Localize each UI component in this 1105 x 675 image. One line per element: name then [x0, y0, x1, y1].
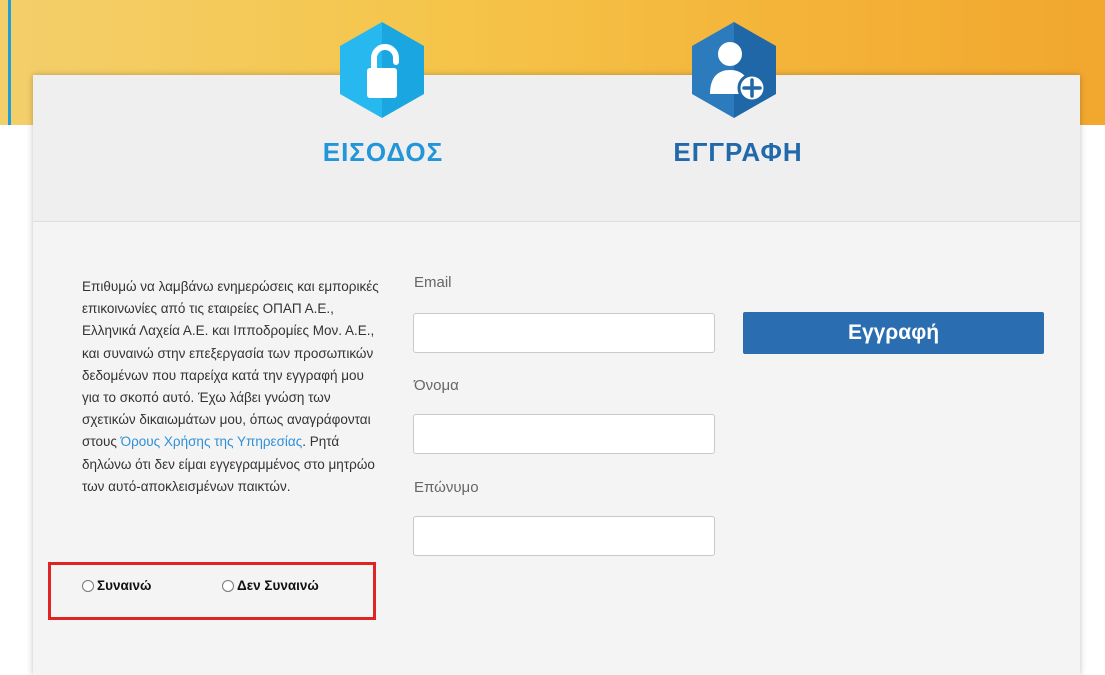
register-button[interactable]: Εγγραφή	[743, 312, 1044, 354]
tab-register-label[interactable]: ΕΓΓΡΑΦΗ	[668, 137, 808, 168]
first-name-field[interactable]	[413, 414, 715, 454]
email-field[interactable]	[413, 313, 715, 353]
last-name-label: Επώνυμο	[414, 479, 479, 496]
consent-text: Επιθυμώ να λαμβάνω ενημερώσεις και εμπορ…	[82, 276, 382, 498]
email-label: Email	[414, 274, 452, 291]
last-name-field[interactable]	[413, 516, 715, 556]
terms-of-use-link[interactable]: Όρους Χρήσης της Υπηρεσίας	[121, 434, 303, 449]
auth-tabs-header	[33, 75, 1080, 222]
consent-highlight-box	[48, 562, 376, 620]
banner-accent-line	[8, 0, 11, 125]
tab-login-label[interactable]: ΕΙΣΟΔΟΣ	[318, 137, 448, 168]
first-name-label: Όνομα	[414, 377, 459, 394]
consent-text-before-link: Επιθυμώ να λαμβάνω ενημερώσεις και εμπορ…	[82, 279, 379, 450]
